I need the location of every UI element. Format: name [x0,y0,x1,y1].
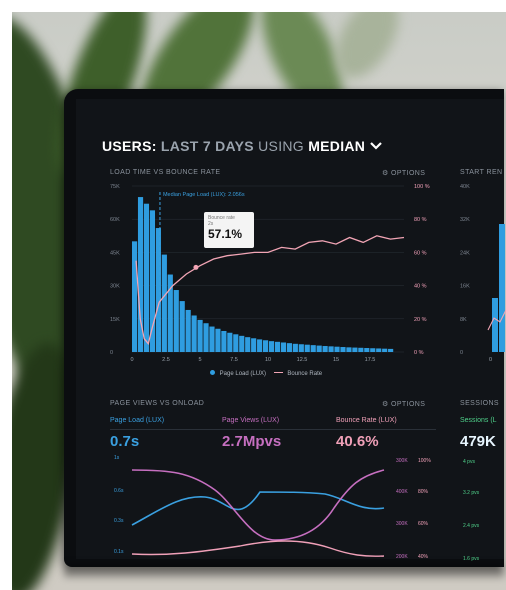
legend-bounce-rate: Bounce Rate [287,371,323,377]
metric-label-bounce-rate: Bounce Rate (LUX) [336,417,397,424]
title-using: USING [258,138,304,154]
chevron-down-icon[interactable] [369,138,383,154]
legend-bar-swatch [210,370,215,375]
start-render-chart-label: START REN [460,169,503,176]
metric-label-sessions: Sessions (L [460,417,497,424]
chart-legend: Page Load (LUX) Bounce Rate [210,370,322,377]
dashboard-screen [76,99,504,559]
page-views-chart-label: PAGE VIEWS VS ONLOAD [110,400,205,407]
legend-line-swatch [273,372,283,373]
monitor-shadow [64,565,504,577]
title-stat: MEDIAN [308,138,366,154]
sessions-chart-label: SESSIONS [460,400,499,407]
metric-divider [110,429,436,430]
title-range: LAST 7 DAYS [160,138,254,154]
chart-tooltip: Bounce rate 2s 57.1% [204,212,254,248]
tooltip-value: 57.1% [208,227,243,241]
page-views-options-button[interactable]: ⚙ OPTIONS [382,400,425,408]
legend-page-load: Page Load (LUX) [219,371,267,377]
title-prefix: USERS: [102,138,157,154]
load-time-chart-label: LOAD TIME VS BOUNCE RATE [110,169,221,176]
metric-value-page-views: 2.7Mpvs [222,433,282,450]
metric-label-page-views: Page Views (LUX) [222,417,280,424]
dashboard-title[interactable]: USERS: LAST 7 DAYS USING MEDIAN [102,138,383,154]
metric-label-page-load: Page Load (LUX) [110,417,165,424]
metric-value-sessions: 479K [460,433,496,450]
monitor-bezel [64,89,504,567]
metric-value-page-load: 0.7s [110,433,140,450]
metric-value-bounce-rate: 40.6% [336,433,379,450]
load-time-options-button[interactable]: ⚙ OPTIONS [382,169,425,177]
